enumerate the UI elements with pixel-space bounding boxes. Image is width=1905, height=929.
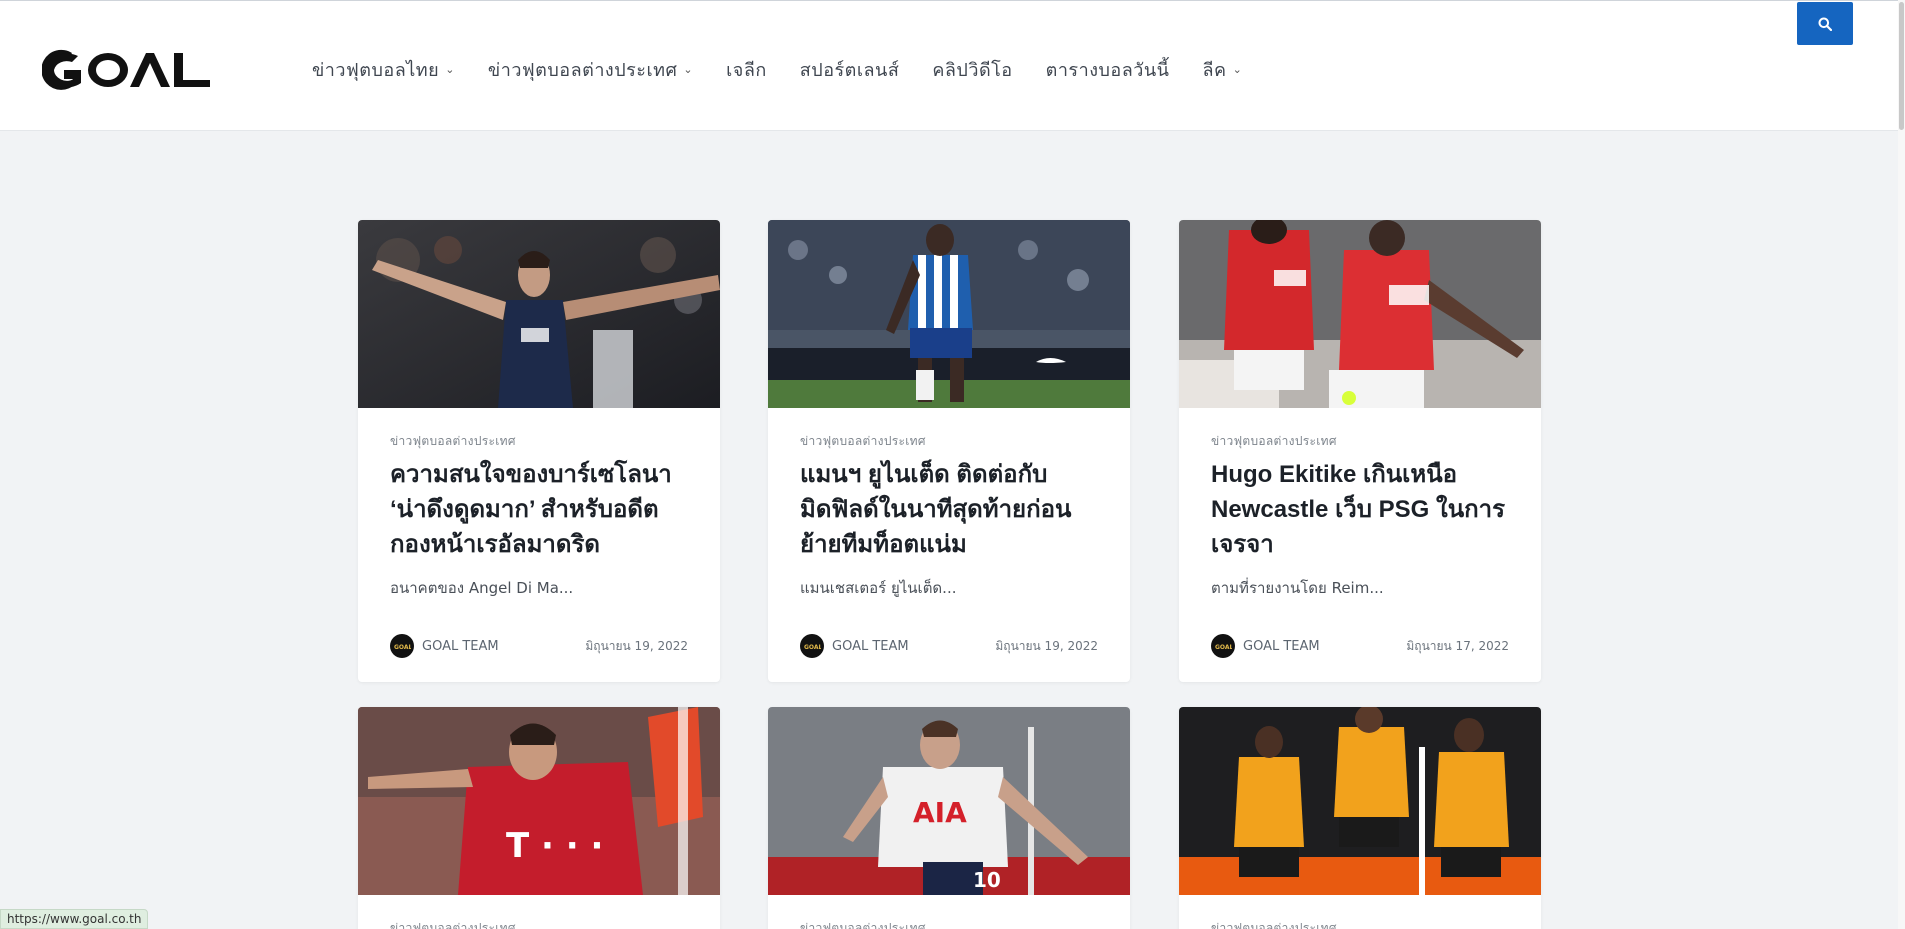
nav-label: ข่าวฟุตบอลไทย <box>312 59 440 81</box>
article-image[interactable]: T · · · <box>358 707 720 895</box>
scrollbar-thumb[interactable] <box>1899 2 1904 130</box>
page-scrollbar[interactable] <box>1898 0 1905 929</box>
article-excerpt: แมนเชสเตอร์ ยูไนเต็ด... <box>800 579 957 597</box>
nav-label: เจลีก <box>726 59 767 81</box>
article-image[interactable] <box>768 220 1130 408</box>
article-date: มิถุนายน 19, 2022 <box>585 638 688 653</box>
article-author[interactable]: GOAL GOAL TEAM <box>1211 634 1320 658</box>
article-card[interactable]: T · · · ข่าวฟุตบอลต่างประเทศ <box>358 707 720 929</box>
article-date: มิถุนายน 19, 2022 <box>995 638 1098 653</box>
svg-text:GOAL: GOAL <box>394 644 411 650</box>
article-image[interactable] <box>1179 707 1541 895</box>
avatar: GOAL <box>800 634 824 658</box>
nav-label: คลิปวิดีโอ <box>932 59 1013 81</box>
site-header: ข่าวฟุตบอลไทย ⌄ ข่าวฟุตบอลต่างประเทศ ⌄ เ… <box>0 0 1905 131</box>
nav-international-football[interactable]: ข่าวฟุตบอลต่างประเทศ ⌄ <box>488 55 693 84</box>
avatar: GOAL <box>390 634 414 658</box>
svg-text:10: 10 <box>973 868 1001 892</box>
svg-text:GOAL: GOAL <box>804 644 821 650</box>
article-card[interactable]: ข่าวฟุตบอลต่างประเทศ Hugo Ekitike เกินเห… <box>1179 220 1541 682</box>
nav-label: สปอร์ตเลนส์ <box>799 59 900 81</box>
svg-text:T · · ·: T · · · <box>506 826 603 866</box>
article-category[interactable]: ข่าวฟุตบอลต่างประเทศ <box>800 919 1098 929</box>
nav-label: ข่าวฟุตบอลต่างประเทศ <box>487 59 678 81</box>
svg-text:GOAL: GOAL <box>1215 644 1232 650</box>
nav-sportslens[interactable]: สปอร์ตเลนส์ <box>800 55 900 84</box>
nav-jleague[interactable]: เจลีก <box>726 55 767 84</box>
article-author[interactable]: GOAL GOAL TEAM <box>390 634 499 658</box>
status-bar-url: https://www.goal.co.th <box>0 909 149 929</box>
article-category[interactable]: ข่าวฟุตบอลต่างประเทศ <box>390 432 688 451</box>
nav-thai-football[interactable]: ข่าวฟุตบอลไทย ⌄ <box>312 55 455 84</box>
article-card[interactable]: ข่าวฟุตบอลต่างประเทศ แมนฯ ยูไนเต็ด ติดต่… <box>768 220 1130 682</box>
main-nav: ข่าวฟุตบอลไทย ⌄ ข่าวฟุตบอลต่างประเทศ ⌄ เ… <box>312 55 1275 83</box>
article-category[interactable]: ข่าวฟุตบอลต่างประเทศ <box>800 432 1098 451</box>
nav-leagues[interactable]: ลีค ⌄ <box>1202 55 1242 84</box>
nav-video-clips[interactable]: คลิปวิดีโอ <box>932 55 1012 84</box>
nav-label: ลีค <box>1202 59 1227 81</box>
article-card[interactable]: ข่าวฟุตบอลต่างประเทศ ความสนใจของบาร์เซโล… <box>358 220 720 682</box>
article-image[interactable] <box>358 220 720 408</box>
search-button[interactable] <box>1797 2 1853 45</box>
search-icon <box>1818 17 1832 31</box>
author-name: GOAL TEAM <box>1243 638 1320 654</box>
nav-label: ตารางบอลวันนี้ <box>1045 59 1170 81</box>
article-category[interactable]: ข่าวฟุตบอลต่างประเทศ <box>1211 432 1509 451</box>
chevron-down-icon: ⌄ <box>1232 62 1243 76</box>
author-name: GOAL TEAM <box>422 638 499 654</box>
article-excerpt: ตามที่รายงานโดย Reim... <box>1211 579 1384 597</box>
nav-today-schedule[interactable]: ตารางบอลวันนี้ <box>1046 55 1170 84</box>
article-author[interactable]: GOAL GOAL TEAM <box>800 634 909 658</box>
article-title[interactable]: แมนฯ ยูไนเต็ด ติดต่อกับมิดฟิลด์ในนาทีสุด… <box>800 457 1098 562</box>
chevron-down-icon: ⌄ <box>445 62 455 76</box>
article-category[interactable]: ข่าวฟุตบอลต่างประเทศ <box>1211 919 1509 929</box>
goal-logo[interactable] <box>41 45 224 95</box>
avatar: GOAL <box>1211 634 1235 658</box>
article-card[interactable]: ข่าวฟุตบอลต่างประเทศ <box>1179 707 1541 929</box>
article-date: มิถุนายน 17, 2022 <box>1406 638 1509 653</box>
article-title[interactable]: Hugo Ekitike เกินเหนือ Newcastle เว็บ PS… <box>1211 457 1509 562</box>
svg-text:AIA: AIA <box>913 796 967 829</box>
chevron-down-icon: ⌄ <box>683 62 694 76</box>
author-name: GOAL TEAM <box>832 638 909 654</box>
article-excerpt: อนาคตของ Angel Di Ma... <box>390 579 574 597</box>
article-card[interactable]: AIA 10 ข่าวฟุตบอลต่างประเทศ <box>768 707 1130 929</box>
article-category[interactable]: ข่าวฟุตบอลต่างประเทศ <box>390 919 688 929</box>
article-image[interactable] <box>1179 220 1541 408</box>
article-title[interactable]: ความสนใจของบาร์เซโลนา ‘น่าดึงดูดมาก’ สำห… <box>390 457 688 562</box>
article-image[interactable]: AIA 10 <box>768 707 1130 895</box>
